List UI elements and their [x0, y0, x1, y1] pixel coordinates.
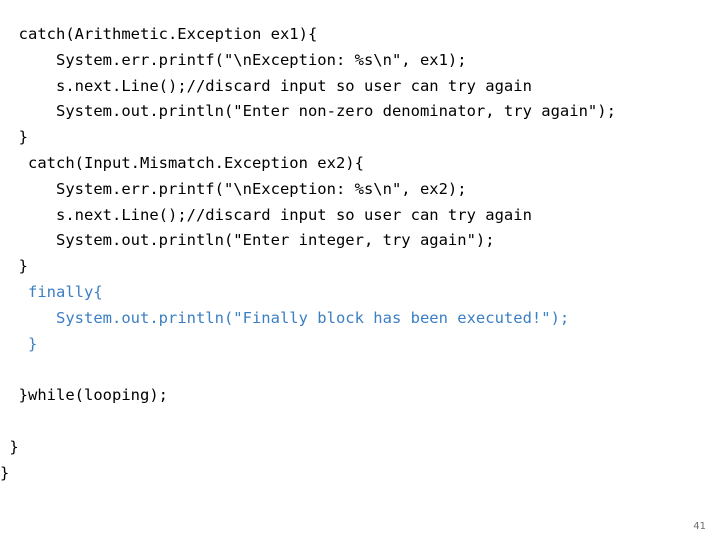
code-line: System.err.printf("\nException: %s\n", e… — [0, 177, 720, 203]
code-listing: catch(Arithmetic.Exception ex1){ System.… — [0, 22, 720, 486]
code-line: } — [0, 254, 720, 280]
code-line: catch(Arithmetic.Exception ex1){ — [0, 22, 720, 48]
code-line: } — [0, 125, 720, 151]
code-line: catch(Input.Mismatch.Exception ex2){ — [0, 151, 720, 177]
code-token: finally{ — [28, 282, 103, 301]
code-line: System.err.printf("\nException: %s\n", e… — [0, 48, 720, 74]
code-token: System.err.printf("\nException: %s\n", e… — [56, 50, 467, 69]
code-line: }while(looping); — [0, 383, 720, 409]
code-token: catch(Input.Mismatch.Exception ex2){ — [28, 153, 364, 172]
code-token: s.next.Line();//discard input so user ca… — [56, 205, 532, 224]
code-line: s.next.Line();//discard input so user ca… — [0, 74, 720, 100]
code-token: } — [18, 128, 29, 147]
code-line: System.out.println("Enter integer, try a… — [0, 228, 720, 254]
code-token: }while(looping); — [18, 386, 168, 405]
slide-canvas: catch(Arithmetic.Exception ex1){ System.… — [0, 0, 720, 540]
code-line: s.next.Line();//discard input so user ca… — [0, 203, 720, 229]
code-token: } — [0, 463, 10, 482]
code-line: } — [0, 435, 720, 461]
code-token: System.out.println("Finally block has be… — [56, 308, 570, 327]
code-token: catch(Arithmetic.Exception ex1){ — [18, 25, 318, 43]
page-number: 41 — [693, 521, 706, 532]
code-line: } — [0, 461, 720, 487]
code-token: } — [18, 257, 29, 276]
code-line: finally{ — [0, 280, 720, 306]
code-token: System.out.println("Enter integer, try a… — [56, 231, 495, 250]
code-token: System.err.printf("\nException: %s\n", e… — [56, 179, 467, 198]
code-token: } — [28, 334, 38, 353]
code-token: System.out.println("Enter non-zero denom… — [56, 102, 616, 121]
code-line: System.out.println("Enter non-zero denom… — [0, 99, 720, 125]
code-line: } — [0, 332, 720, 358]
code-token: s.next.Line();//discard input so user ca… — [56, 76, 532, 95]
code-line: System.out.println("Finally block has be… — [0, 306, 720, 332]
code-token: } — [9, 437, 19, 456]
